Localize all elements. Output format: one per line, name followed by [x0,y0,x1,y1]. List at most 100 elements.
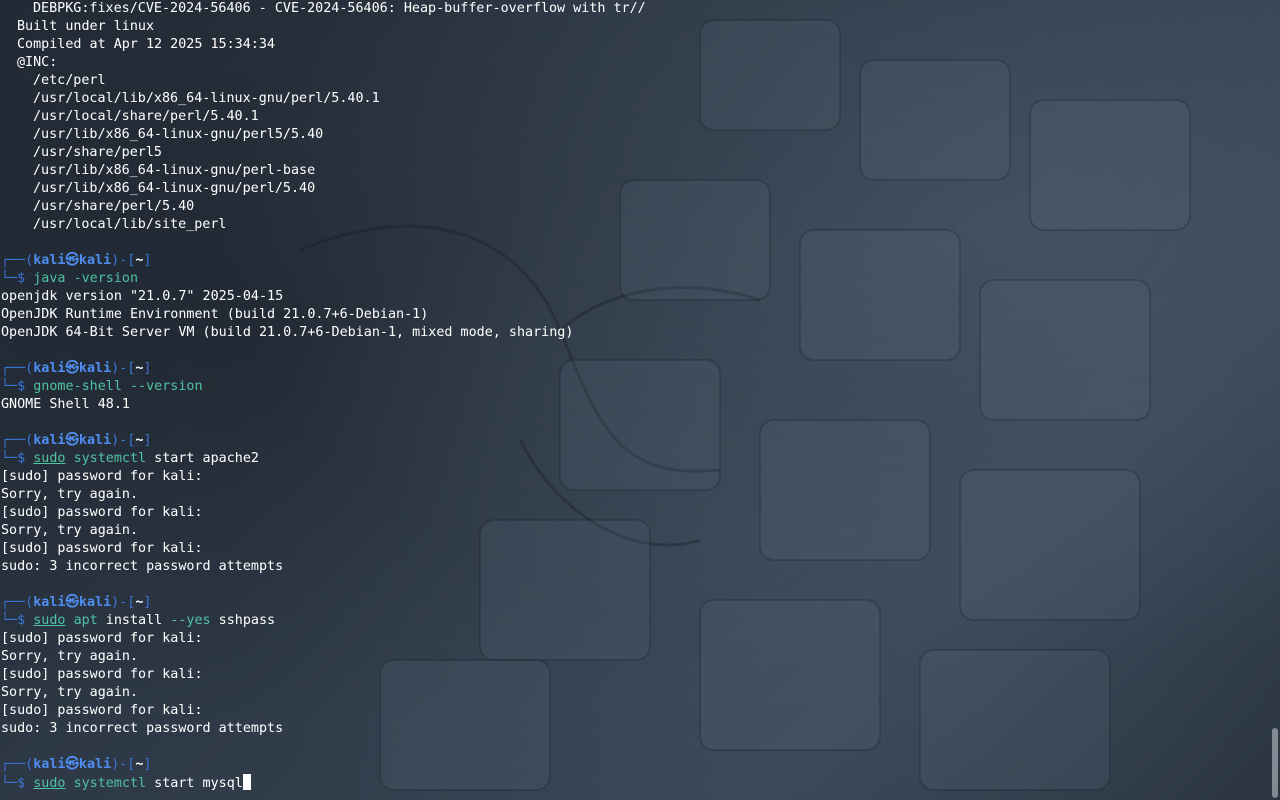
prompt-user: kali [33,433,66,448]
output-line: /usr/lib/x86_64-linux-gnu/perl5/5.40 [33,127,324,142]
prompt-corner-bottom: └─ [1,271,18,286]
prompt-end: ] [143,433,152,448]
prompt-corner-bottom: └─ [1,776,18,791]
command-line: └─$ gnome-shell --version [1,378,1260,396]
prompt-at-symbol: ㉿ [65,595,79,610]
output-line: [sudo] password for kali: [1,631,203,646]
prompt-user: kali [33,757,66,772]
output-line: GNOME Shell 48.1 [1,397,130,412]
prompt-separator: )-[ [111,253,136,268]
prompt-end: ] [143,595,152,610]
prompt-corner-bottom: └─ [1,613,18,628]
prompt-dollar: $ [17,451,34,466]
prompt-separator: )-[ [111,595,136,610]
command-line: └─$ java -version [1,270,1260,288]
prompt-header: ┌──(kali㉿kali)-[~] [1,594,1260,612]
prompt-user: kali [33,361,66,376]
prompt-corner-top: ┌──( [1,361,34,376]
prompt-host: kali [78,433,112,448]
command-text [66,271,74,286]
prompt-corner-top: ┌──( [1,253,34,268]
command-text: start mysql [146,776,243,791]
prompt-host: kali [78,361,112,376]
prompt-header: ┌──(kali㉿kali)-[~] [1,432,1260,450]
command-token: -version [73,271,139,286]
command-line: └─$ sudo apt install --yes sshpass [1,612,1260,630]
output-line: @INC: [17,55,58,70]
output-line: [sudo] password for kali: [1,469,203,484]
command-token: gnome-shell [33,379,122,394]
prompt-end: ] [143,361,152,376]
output-line: Sorry, try again. [1,523,139,538]
prompt-separator: )-[ [111,433,136,448]
terminal-output: DEBPKG:fixes/CVE-2024-56406 - CVE-2024-5… [1,0,1260,792]
output-line: /usr/lib/x86_64-linux-gnu/perl-base [33,163,316,178]
output-line: OpenJDK 64-Bit Server VM (build 21.0.7+6… [1,325,574,340]
output-line: DEBPKG:fixes/CVE-2024-56406 - CVE-2024-5… [33,1,646,16]
prompt-at-symbol: ㉿ [65,253,79,268]
command-text: start apache2 [146,451,259,466]
output-line: /usr/local/lib/site_perl [33,217,227,232]
command-token: systemctl [73,776,147,791]
prompt-end: ] [143,253,152,268]
output-line: /usr/lib/x86_64-linux-gnu/perl/5.40 [33,181,316,196]
output-line: /usr/local/share/perl/5.40.1 [33,109,259,124]
command-text: sshpass [210,613,276,628]
prompt-dollar: $ [17,379,34,394]
output-line: Built under linux [17,19,155,34]
command-line: └─$ sudo systemctl start apache2 [1,450,1260,468]
output-line: sudo: 3 incorrect password attempts [1,559,284,574]
output-line: /usr/local/lib/x86_64-linux-gnu/perl/5.4… [33,91,380,106]
command-text: install [97,613,171,628]
output-line: OpenJDK Runtime Environment (build 21.0.… [1,307,429,322]
command-token: systemctl [73,451,147,466]
output-line: openjdk version "21.0.7" 2025-04-15 [1,289,284,304]
prompt-at-symbol: ㉿ [65,433,79,448]
prompt-header: ┌──(kali㉿kali)-[~] [1,756,1260,774]
command-token: java [33,271,66,286]
command-text [122,379,130,394]
prompt-dollar: $ [17,776,34,791]
prompt-at-symbol: ㉿ [65,757,79,772]
output-line: Sorry, try again. [1,649,139,664]
command-sudo: sudo [33,776,66,791]
output-line: [sudo] password for kali: [1,541,203,556]
prompt-corner-top: ┌──( [1,757,34,772]
prompt-header: ┌──(kali㉿kali)-[~] [1,360,1260,378]
prompt-at-symbol: ㉿ [65,361,79,376]
prompt-header: ┌──(kali㉿kali)-[~] [1,252,1260,270]
prompt-host: kali [78,595,112,610]
output-line: /usr/share/perl5 [33,145,162,160]
command-text [66,613,74,628]
current-command-line[interactable]: └─$ sudo systemctl start mysql [1,774,1260,792]
command-text [66,776,74,791]
scrollbar-thumb[interactable] [1272,728,1278,798]
output-line: /etc/perl [33,73,106,88]
output-line: Sorry, try again. [1,685,139,700]
prompt-host: kali [78,757,112,772]
prompt-host: kali [78,253,112,268]
prompt-user: kali [33,253,66,268]
prompt-separator: )-[ [111,757,136,772]
prompt-corner-bottom: └─ [1,451,18,466]
text-cursor [242,774,251,790]
prompt-corner-bottom: └─ [1,379,18,394]
prompt-dollar: $ [17,271,34,286]
terminal-window[interactable]: DEBPKG:fixes/CVE-2024-56406 - CVE-2024-5… [0,0,1280,800]
prompt-user: kali [33,595,66,610]
terminal-scrollbar[interactable] [1268,0,1280,800]
command-text [66,451,74,466]
prompt-corner-top: ┌──( [1,433,34,448]
prompt-end: ] [143,757,152,772]
output-line: sudo: 3 incorrect password attempts [1,721,284,736]
command-token: --version [130,379,203,394]
output-line: [sudo] password for kali: [1,505,203,520]
command-sudo: sudo [33,451,66,466]
command-token: --yes [170,613,211,628]
output-line: [sudo] password for kali: [1,703,203,718]
